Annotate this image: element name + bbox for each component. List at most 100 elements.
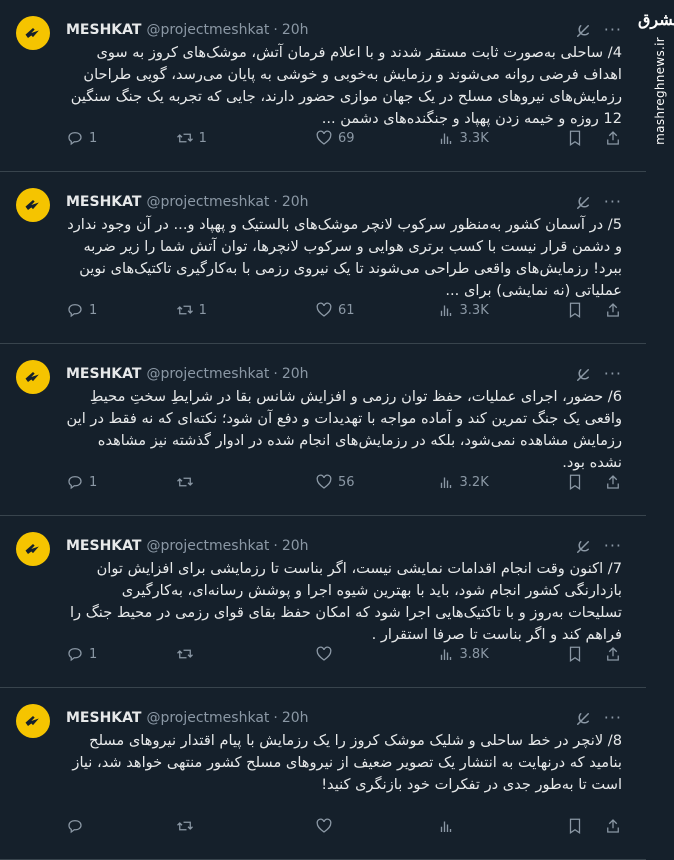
avatar[interactable] — [16, 704, 50, 738]
repost-count: 1 — [198, 130, 207, 146]
tweet-actions: 1 1 69 3.3K — [66, 128, 622, 148]
views-count: 3.8K — [459, 646, 489, 662]
tweet-header: MESHKAT @projectmeshkat · 20h ··· — [66, 536, 630, 556]
more-options-icon[interactable]: ··· — [604, 708, 622, 727]
avatar[interactable] — [16, 532, 50, 566]
more-options-icon[interactable]: ··· — [604, 20, 622, 39]
tweet-actions: 1 1 61 3.3K — [66, 300, 622, 320]
avatar[interactable] — [16, 188, 50, 222]
views-icon — [437, 473, 455, 491]
author-name[interactable]: MESHKAT — [66, 194, 141, 210]
repost-button[interactable] — [176, 817, 315, 835]
views-button[interactable]: 3.3K — [437, 301, 566, 319]
grok-icon[interactable] — [574, 22, 592, 40]
tweet-text: 5/ در آسمان کشور به‌منظور سرکوب لانچر مو… — [67, 216, 622, 299]
separator-dot: · — [273, 366, 278, 382]
tweet-time[interactable]: 20h — [282, 710, 309, 726]
repost-icon — [176, 129, 194, 147]
tweet-time[interactable]: 20h — [282, 194, 309, 210]
views-button[interactable]: 3.8K — [437, 645, 566, 663]
separator-dot: · — [273, 22, 278, 38]
grok-icon[interactable] — [574, 710, 592, 728]
bookmark-icon[interactable] — [566, 817, 584, 835]
tweet-secondary-actions — [566, 473, 622, 491]
tweet-text: 6/ حضور، اجرای عملیات، حفظ توان رزمی و ا… — [66, 388, 622, 471]
reply-button[interactable]: 1 — [66, 473, 176, 491]
author-handle[interactable]: @projectmeshkat — [146, 366, 269, 382]
views-icon — [437, 301, 455, 319]
author-name[interactable]: MESHKAT — [66, 22, 141, 38]
tweet-secondary-actions — [566, 301, 622, 319]
tweet[interactable]: MESHKAT @projectmeshkat · 20h ··· 8/ لان… — [0, 688, 646, 860]
bookmark-icon[interactable] — [566, 473, 584, 491]
tweet[interactable]: MESHKAT @projectmeshkat · 20h ··· 6/ حضو… — [0, 344, 646, 516]
bookmark-icon[interactable] — [566, 301, 584, 319]
share-icon[interactable] — [604, 301, 622, 319]
repost-icon — [176, 817, 194, 835]
reply-icon — [66, 473, 84, 491]
like-button[interactable]: 61 — [315, 301, 437, 319]
more-options-icon[interactable]: ··· — [604, 536, 622, 555]
share-icon[interactable] — [604, 473, 622, 491]
author-name[interactable]: MESHKAT — [66, 538, 141, 554]
tweet-time[interactable]: 20h — [282, 22, 309, 38]
tweet-text: 7/ اکنون وقت انجام اقدامات نمایشی نیست، … — [69, 560, 622, 643]
separator-dot: · — [273, 538, 278, 554]
tweet-time[interactable]: 20h — [282, 366, 309, 382]
like-button[interactable] — [315, 645, 437, 663]
reply-count: 1 — [89, 302, 98, 318]
bookmark-icon[interactable] — [566, 645, 584, 663]
grok-icon[interactable] — [574, 366, 592, 384]
reply-button[interactable]: 1 — [66, 301, 176, 319]
avatar[interactable] — [16, 360, 50, 394]
repost-icon — [176, 645, 194, 663]
repost-icon — [176, 473, 194, 491]
tweet-text: 4/ ساحلی به‌صورت ثابت مستقر شدند و با اع… — [70, 44, 622, 127]
reply-button[interactable] — [66, 817, 176, 835]
tweet[interactable]: MESHKAT @projectmeshkat · 20h ··· 7/ اکن… — [0, 516, 646, 688]
meshkat-logo-icon — [23, 195, 43, 215]
grok-icon[interactable] — [574, 538, 592, 556]
author-handle[interactable]: @projectmeshkat — [146, 22, 269, 38]
avatar[interactable] — [16, 16, 50, 50]
repost-button[interactable] — [176, 473, 315, 491]
reply-count: 1 — [89, 130, 98, 146]
views-icon — [437, 645, 455, 663]
repost-button[interactable] — [176, 645, 315, 663]
repost-icon — [176, 301, 194, 319]
tweet-header: MESHKAT @projectmeshkat · 20h ··· — [66, 192, 630, 212]
reply-count: 1 — [89, 646, 98, 662]
author-handle[interactable]: @projectmeshkat — [146, 194, 269, 210]
share-icon[interactable] — [604, 129, 622, 147]
watermark: مشرق mashreghnews.ir — [638, 0, 674, 800]
share-icon[interactable] — [604, 645, 622, 663]
views-button[interactable] — [437, 817, 566, 835]
watermark-site: mashreghnews.ir — [653, 37, 667, 145]
like-button[interactable] — [315, 817, 437, 835]
author-name[interactable]: MESHKAT — [66, 710, 141, 726]
views-button[interactable]: 3.2K — [437, 473, 566, 491]
reply-button[interactable]: 1 — [66, 129, 176, 147]
like-button[interactable]: 56 — [315, 473, 437, 491]
tweet[interactable]: MESHKAT @projectmeshkat · 20h ··· 5/ در … — [0, 172, 646, 344]
grok-icon[interactable] — [574, 194, 592, 212]
share-icon[interactable] — [604, 817, 622, 835]
tweet[interactable]: MESHKAT @projectmeshkat · 20h ··· 4/ ساح… — [0, 0, 646, 172]
tweet-text: 8/ لانچر در خط ساحلی و شلیک موشک کروز را… — [72, 732, 622, 793]
author-handle[interactable]: @projectmeshkat — [146, 538, 269, 554]
bookmark-icon[interactable] — [566, 129, 584, 147]
author-handle[interactable]: @projectmeshkat — [146, 710, 269, 726]
repost-button[interactable]: 1 — [176, 301, 315, 319]
tweet-time[interactable]: 20h — [282, 538, 309, 554]
reply-icon — [66, 301, 84, 319]
like-button[interactable]: 69 — [315, 129, 437, 147]
repost-button[interactable]: 1 — [176, 129, 315, 147]
views-count: 3.3K — [459, 130, 489, 146]
author-name[interactable]: MESHKAT — [66, 366, 141, 382]
more-options-icon[interactable]: ··· — [604, 364, 622, 383]
like-count: 61 — [338, 302, 355, 318]
reply-button[interactable]: 1 — [66, 645, 176, 663]
views-button[interactable]: 3.3K — [437, 129, 566, 147]
more-options-icon[interactable]: ··· — [604, 192, 622, 211]
heart-icon — [315, 473, 333, 491]
